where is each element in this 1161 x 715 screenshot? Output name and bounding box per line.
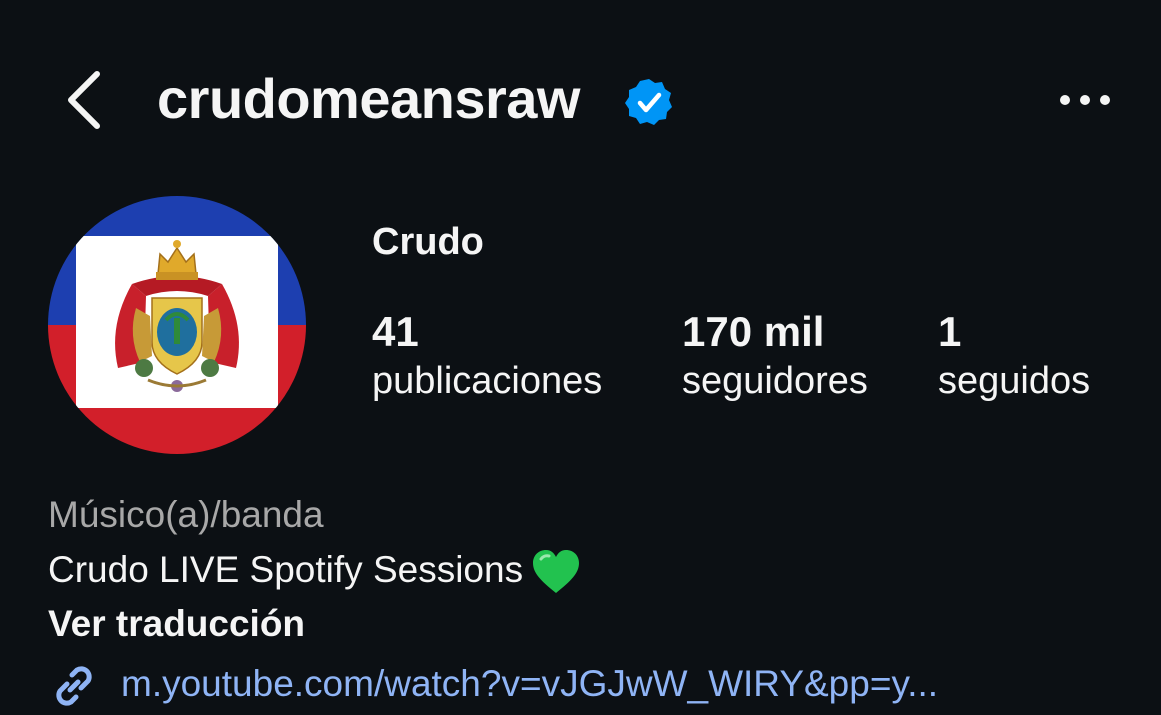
following-count: 1 [938,308,962,355]
posts-count: 41 [372,308,419,355]
followers-stat[interactable]: 170 mil seguidores [682,308,868,406]
more-options-button[interactable] [1055,80,1115,120]
link-icon [56,666,92,706]
following-stat[interactable]: 1 seguidos [938,308,1090,406]
back-button[interactable] [55,68,115,132]
profile-bio: Crudo LIVE Spotify Sessions [48,545,581,595]
profile-username: crudomeansraw [157,67,581,130]
more-horizontal-icon [1060,95,1110,105]
bio-text: Crudo LIVE Spotify Sessions [48,549,524,590]
following-label: seguidos [938,360,1091,402]
followers-count: 170 mil [682,308,825,355]
green-heart-icon [533,550,580,594]
posts-label: publicaciones [372,360,603,402]
profile-header: crudomeansraw [0,50,1161,150]
profile-link-text[interactable]: m.youtube.com/watch?v=vJGJwW_WIRY&pp=y..… [121,656,938,712]
flag-coat-of-arms-avatar [48,196,306,454]
posts-stat[interactable]: 41 publicaciones [372,308,602,406]
chevron-left-icon [68,71,100,129]
followers-label: seguidores [682,360,868,402]
see-translation-button[interactable]: Ver traducción [48,600,305,648]
profile-avatar[interactable] [48,196,306,454]
profile-display-name: Crudo [372,221,484,263]
verified-badge-icon [625,79,672,125]
profile-category: Músico(a)/banda [48,494,324,535]
